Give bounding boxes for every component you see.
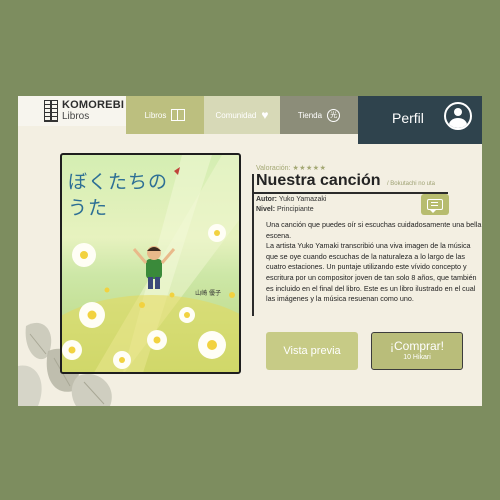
- price-label: 10 Hikari: [403, 354, 431, 361]
- tab-perfil[interactable]: Perfil: [358, 96, 482, 144]
- rating: Valoración: ★★★★★: [256, 164, 326, 172]
- level-label: Nivel:: [256, 206, 276, 213]
- tab-tienda[interactable]: Tienda 光: [280, 96, 358, 134]
- author-label: Autor:: [256, 196, 277, 203]
- book-meta: Autor: Yuko Yamazaki Nivel: Principiante: [256, 195, 326, 215]
- tab-comunidad-label: Comunidad: [215, 110, 257, 120]
- chat-bubble-icon: [427, 199, 443, 213]
- tab-tienda-label: Tienda: [297, 110, 323, 120]
- tab-perfil-label: Perfil: [392, 110, 424, 126]
- cover-author: 山崎 優子: [195, 290, 221, 297]
- app-window: KOMOREBI Libros Libros Comunidad ♥ Tiend…: [18, 96, 482, 406]
- divider-vertical: [252, 174, 254, 316]
- buy-label: ¡Comprar!: [389, 339, 444, 353]
- book-romaji: / Bokutachi no uta: [386, 181, 435, 187]
- level-value: Principiante: [277, 206, 314, 213]
- book-title: Nuestra canción: [256, 172, 381, 189]
- book-cover[interactable]: ぼくたちの うた 山崎 優子: [60, 153, 241, 374]
- brand-name: KOMOREBI: [62, 99, 125, 111]
- description-paragraph-1: Una canción que puedes oír si escuchas c…: [266, 220, 482, 240]
- preview-button[interactable]: Vista previa: [266, 332, 358, 370]
- tab-libros[interactable]: Libros: [126, 96, 204, 134]
- brand-logo[interactable]: KOMOREBI Libros: [18, 96, 126, 126]
- book-title-row: Nuestra canción / Bokutachi no uta: [256, 172, 435, 190]
- tab-libros-label: Libros: [144, 110, 167, 120]
- star-rating-icon: ★★★★★: [292, 165, 327, 172]
- brand-subtitle: Libros: [62, 111, 90, 122]
- cover-title: ぼくたちの うた: [68, 171, 169, 219]
- comments-button[interactable]: [421, 194, 449, 215]
- heart-icon: ♥: [261, 108, 269, 122]
- rating-label: Valoración:: [256, 165, 291, 172]
- bookshelf-icon: [44, 100, 58, 122]
- description-paragraph-2: La artista Yuko Yamaki transcribió una v…: [266, 241, 477, 304]
- top-nav: KOMOREBI Libros Libros Comunidad ♥ Tiend…: [18, 96, 482, 144]
- avatar-icon[interactable]: [444, 102, 472, 130]
- hikari-coin-icon: 光: [327, 108, 341, 122]
- book-icon: [171, 109, 186, 121]
- buy-button[interactable]: ¡Comprar! 10 Hikari: [371, 332, 463, 370]
- author-value: Yuko Yamazaki: [278, 196, 327, 203]
- tab-comunidad[interactable]: Comunidad ♥: [204, 96, 280, 134]
- book-description: Una canción que puedes oír si escuchas c…: [266, 220, 484, 305]
- divider-horizontal: [252, 192, 448, 194]
